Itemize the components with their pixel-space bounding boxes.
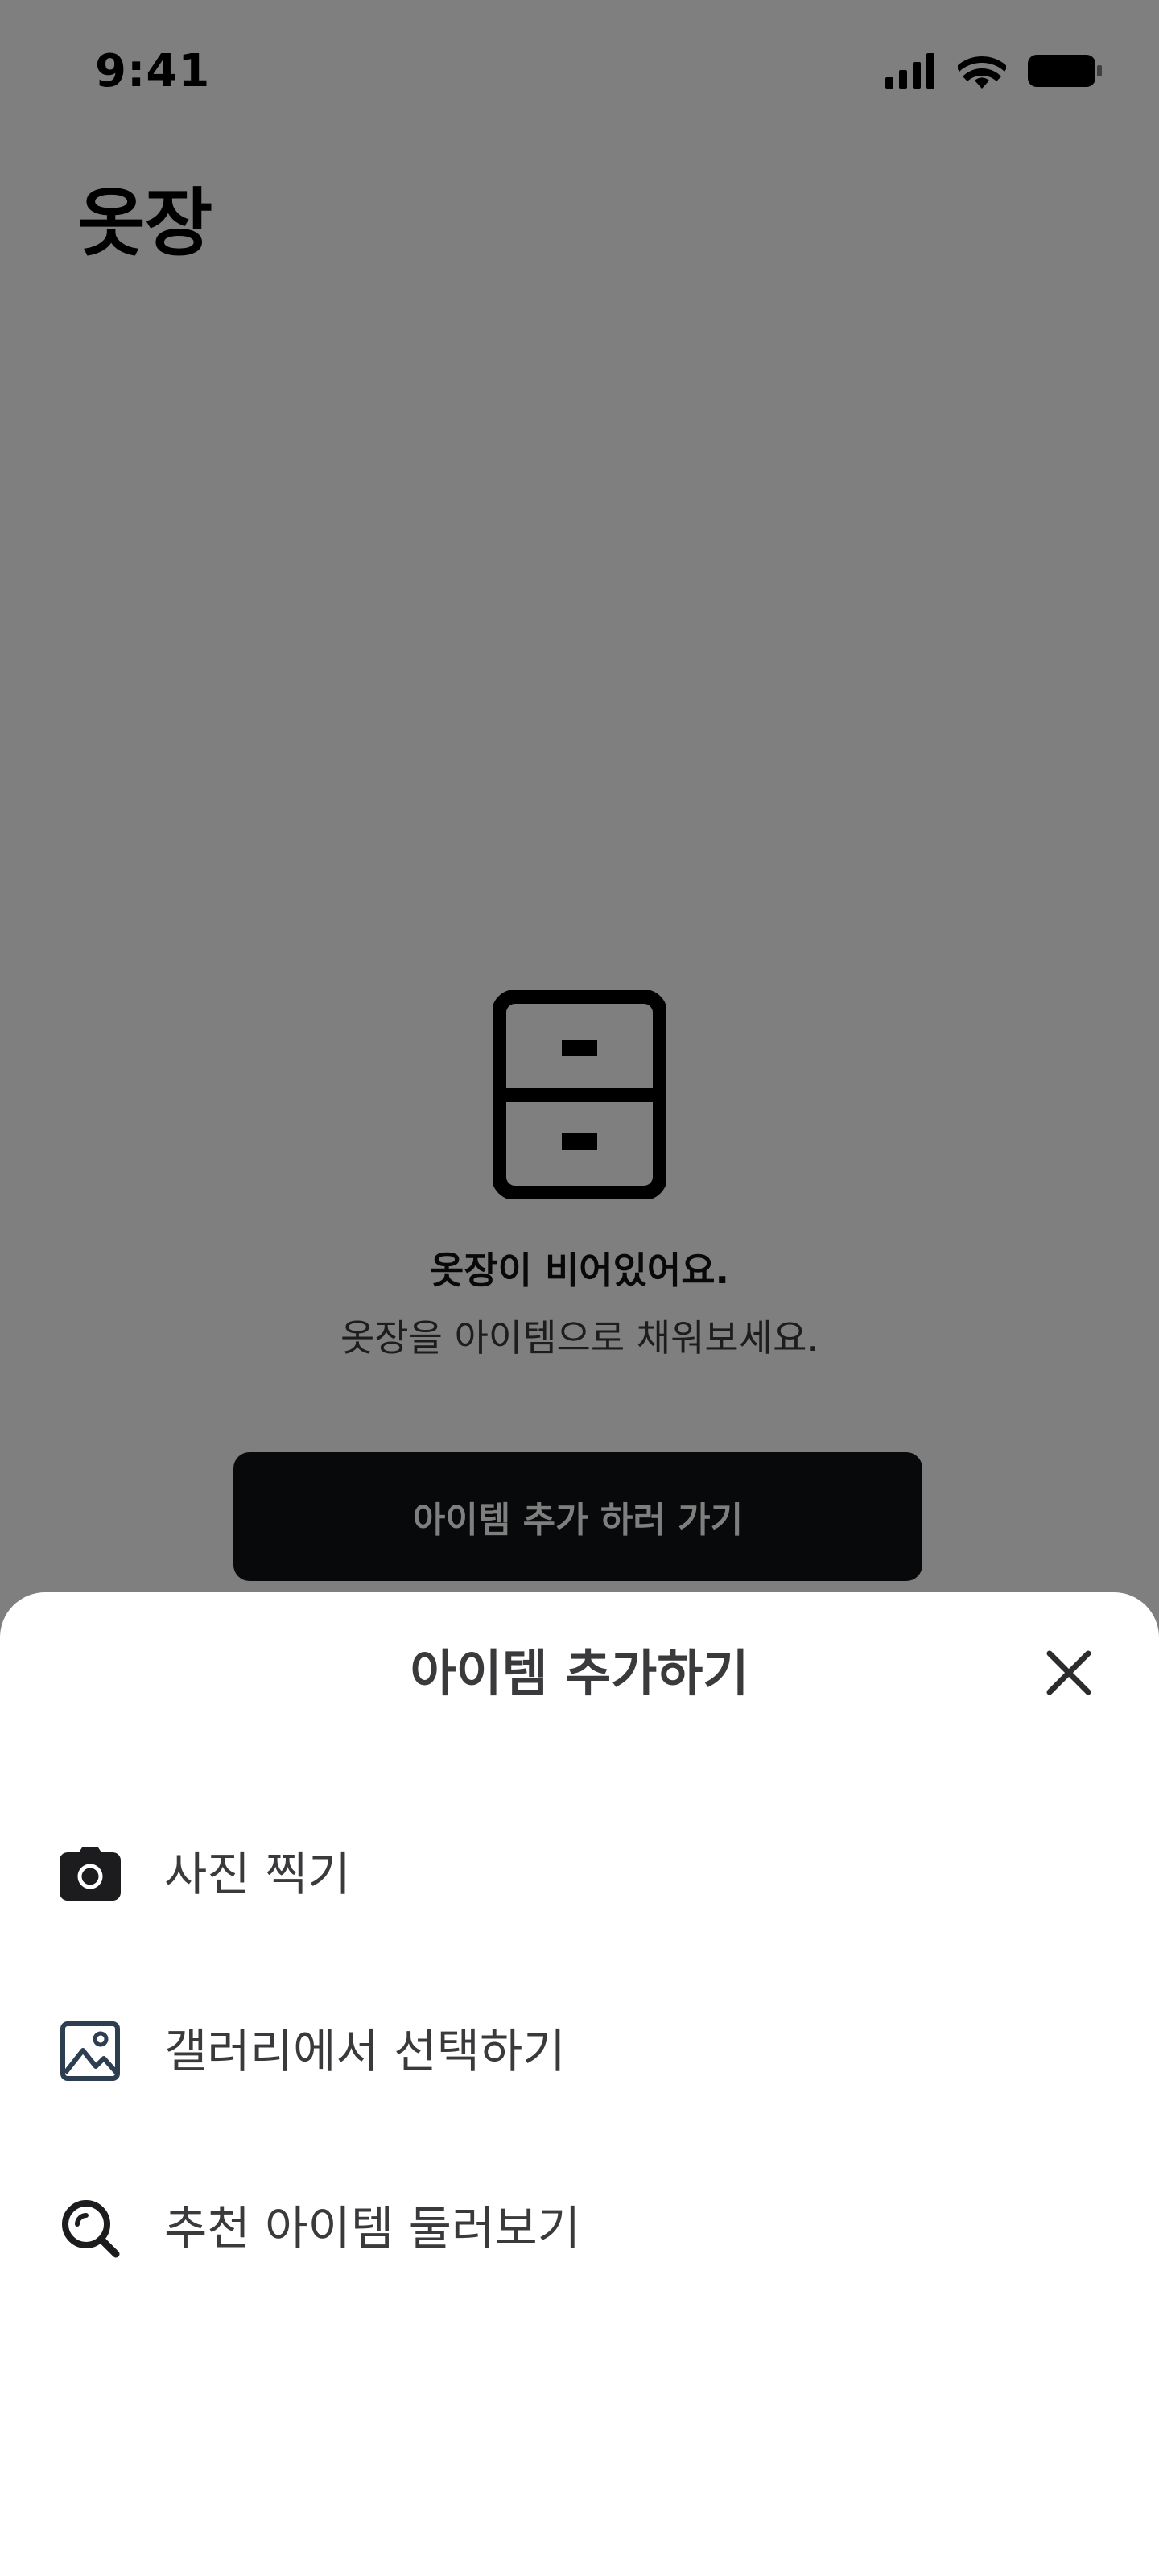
image-icon [58,2019,122,2083]
browse-recommended-label: 추천 아이템 둘러보기 [164,2201,581,2256]
camera-icon [58,1842,122,1906]
sheet-title: 아이템 추가하기 [410,1644,749,1703]
gallery-option[interactable]: 갤러리에서 선택하기 [0,1963,1159,2140]
take-photo-label: 사진 찍기 [164,1847,351,1901]
add-item-options: 사진 찍기 갤러리에서 선택하기 추천 아이템 둘러보기 [0,1785,1159,2317]
search-icon [58,2196,122,2260]
close-icon [1046,1650,1091,1695]
take-photo-option[interactable]: 사진 찍기 [0,1785,1159,1963]
add-item-bottom-sheet: 아이템 추가하기 사진 찍기 갤러리에서 선택하기 추천 아이템 둘러보기 [0,1592,1159,2576]
browse-recommended-option[interactable]: 추천 아이템 둘러보기 [0,2140,1159,2317]
gallery-label: 갤러리에서 선택하기 [164,2024,566,2079]
close-button[interactable] [1021,1624,1117,1721]
